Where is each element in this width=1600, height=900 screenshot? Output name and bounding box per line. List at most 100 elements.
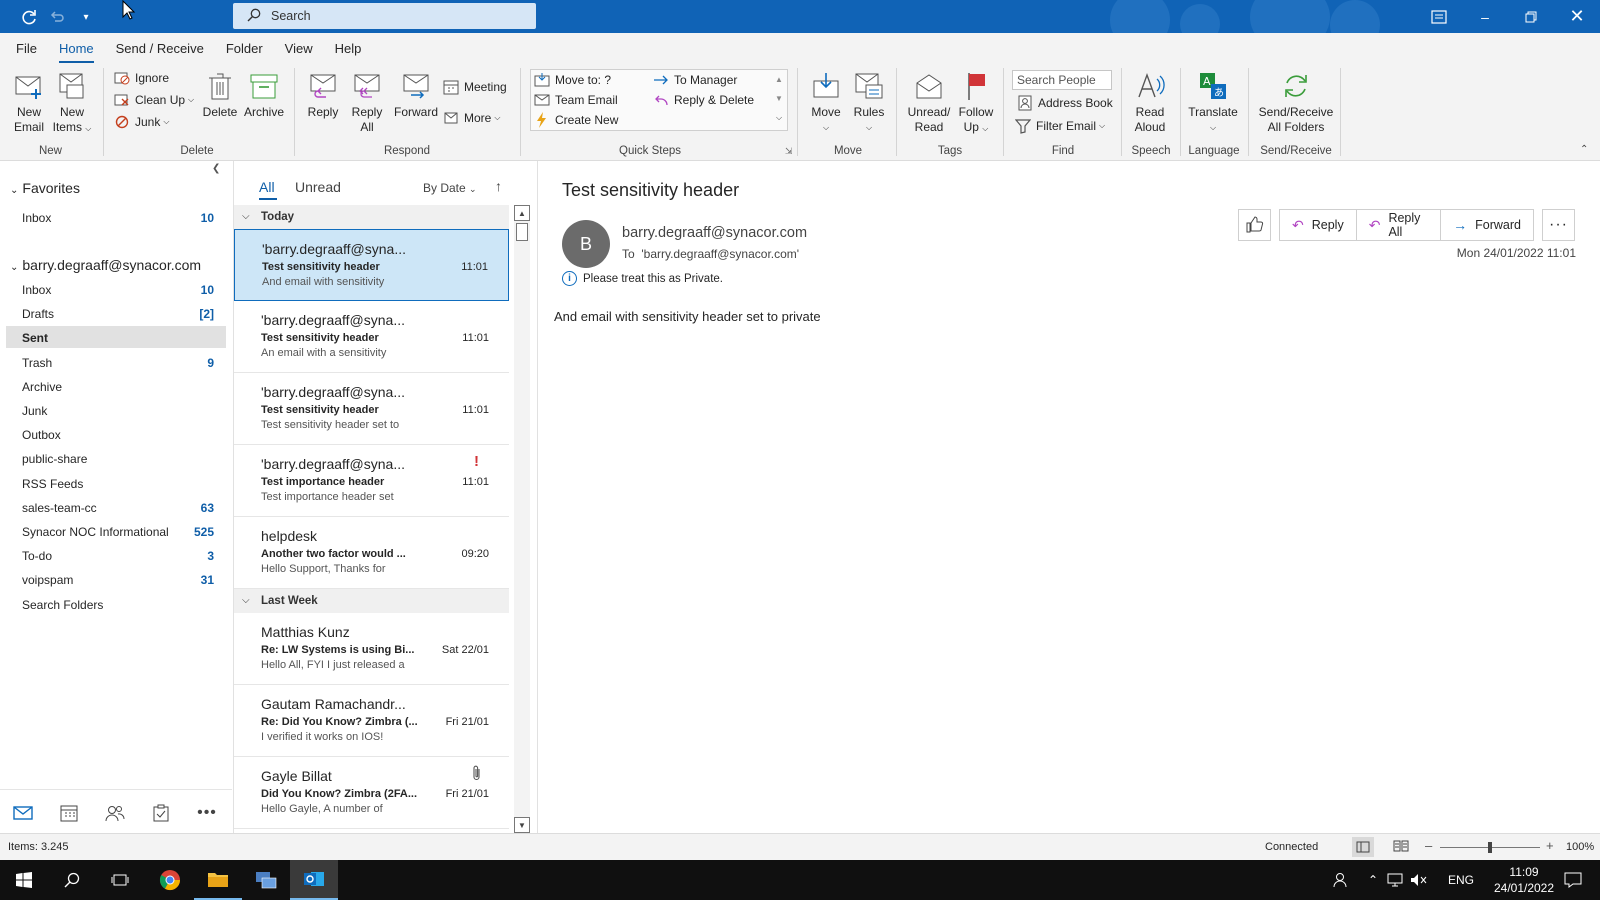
forward-button[interactable]: Forward bbox=[391, 70, 441, 120]
quick-step-reply-delete[interactable]: Reply & Delete bbox=[652, 90, 754, 110]
zoom-out-icon[interactable]: – bbox=[1425, 838, 1432, 853]
calendar-icon[interactable] bbox=[58, 802, 80, 824]
message-row[interactable]: Matthias Kunz Re: LW Systems is using Bi.… bbox=[234, 613, 509, 685]
folder-item[interactable]: RSS Feeds bbox=[22, 477, 83, 491]
new-email-button[interactable]: New Email bbox=[10, 70, 48, 135]
quick-steps-scroll[interactable]: ▲ ▼ ⌵ bbox=[772, 70, 786, 130]
avatar[interactable]: B bbox=[562, 220, 610, 268]
more-actions-button[interactable]: ··· bbox=[1542, 209, 1575, 241]
message-row[interactable]: 'barry.degraaff@syna... Test sensitivity … bbox=[234, 301, 509, 373]
volume-muted-icon[interactable] bbox=[1410, 860, 1428, 900]
sync-icon[interactable] bbox=[18, 6, 40, 28]
notification-icon[interactable] bbox=[1564, 860, 1582, 900]
network-icon[interactable] bbox=[1386, 860, 1404, 900]
group-header[interactable]: ⌵ Last Week bbox=[234, 589, 509, 613]
message-row[interactable]: 'barry.degraaff@syna... Test importance h… bbox=[234, 445, 509, 517]
clock[interactable]: 11:09 24/01/2022 bbox=[1492, 860, 1556, 900]
remote-desktop-icon[interactable] bbox=[242, 860, 290, 900]
group-header[interactable]: ⌵ Today bbox=[234, 205, 509, 229]
zoom-in-icon[interactable]: + bbox=[1546, 838, 1554, 853]
people-tray-icon[interactable] bbox=[1332, 860, 1350, 900]
read-aloud-button[interactable]: Read Aloud bbox=[1130, 70, 1170, 135]
reply-all-button[interactable]: Reply All bbox=[347, 70, 387, 135]
folder-item[interactable]: voipspam bbox=[22, 573, 73, 587]
search-people-input[interactable]: Search People bbox=[1012, 70, 1112, 90]
tab-send-receive[interactable]: Send / Receive bbox=[116, 37, 204, 60]
favorite-inbox[interactable]: Inbox bbox=[22, 211, 51, 225]
folder-item[interactable]: sales-team-cc bbox=[22, 501, 97, 515]
folder-item[interactable]: Trash bbox=[22, 356, 52, 370]
translate-button[interactable]: Aあ Translate ⌵ bbox=[1186, 70, 1240, 135]
message-row[interactable]: Gayle Billat Did You Know? Zimbra (2FA...… bbox=[234, 757, 509, 829]
rules-button[interactable]: Rules ⌵ bbox=[849, 70, 889, 135]
new-items-button[interactable]: New Items ⌵ bbox=[52, 70, 92, 136]
list-scrollbar[interactable]: ▲ ▼ bbox=[514, 205, 530, 833]
message-row[interactable]: 'barry.degraaff@syna... Test sensitivity … bbox=[234, 229, 509, 301]
reply-button[interactable]: Reply bbox=[303, 70, 343, 120]
mail-icon[interactable] bbox=[12, 802, 34, 824]
clean-up-button[interactable]: Clean Up ⌵ bbox=[113, 90, 194, 110]
delete-button[interactable]: Delete bbox=[202, 70, 238, 120]
message-row[interactable]: Gautam Ramachandr... Re: Did You Know? Zi… bbox=[234, 685, 509, 757]
search-icon[interactable] bbox=[48, 860, 96, 900]
customize-qat-icon[interactable]: ▾ bbox=[75, 6, 97, 28]
sender-address[interactable]: barry.degraaff@synacor.com bbox=[622, 225, 807, 241]
archive-button[interactable]: Archive bbox=[241, 70, 287, 120]
folder-item[interactable]: Synacor NOC Informational bbox=[22, 525, 169, 539]
reply-button-inline[interactable]: ↶ Reply bbox=[1280, 210, 1357, 240]
sort-by-button[interactable]: By Date ⌄ bbox=[423, 181, 477, 195]
scroll-thumb[interactable] bbox=[516, 223, 528, 241]
normal-view-icon[interactable] bbox=[1352, 837, 1374, 857]
file-explorer-icon[interactable] bbox=[194, 860, 242, 900]
folder-item[interactable]: Drafts bbox=[22, 307, 54, 321]
folder-item[interactable]: Archive bbox=[22, 380, 62, 394]
windows-start-icon[interactable] bbox=[0, 860, 48, 900]
collapse-pane-icon[interactable]: ❮ bbox=[212, 163, 220, 174]
quick-step-team-email[interactable]: Team Email bbox=[533, 90, 618, 110]
dialog-launcher-icon[interactable]: ⇲ bbox=[785, 146, 793, 157]
forward-button-inline[interactable]: → Forward bbox=[1441, 210, 1533, 240]
folder-item[interactable]: To-do bbox=[22, 549, 52, 563]
message-row[interactable]: helpdesk Another two factor would ... Hell… bbox=[234, 517, 509, 589]
move-button[interactable]: Move ⌵ bbox=[806, 70, 846, 135]
tab-view[interactable]: View bbox=[285, 37, 313, 60]
junk-button[interactable]: Junk ⌵ bbox=[113, 112, 169, 132]
address-book-button[interactable]: Address Book bbox=[1016, 93, 1113, 113]
reply-all-button-inline[interactable]: ↶ Reply All bbox=[1357, 210, 1442, 240]
tab-folder[interactable]: Folder bbox=[226, 37, 263, 60]
close-button[interactable]: ✕ bbox=[1554, 0, 1600, 33]
scroll-up-icon[interactable]: ▲ bbox=[514, 205, 530, 221]
chrome-icon[interactable] bbox=[146, 860, 194, 900]
message-row[interactable]: 'barry.degraaff@syna... Test sensitivity … bbox=[234, 373, 509, 445]
unread-read-button[interactable]: Unread/ Read bbox=[905, 70, 953, 135]
quick-step-create-new[interactable]: Create New bbox=[533, 110, 618, 130]
quick-step-move-to[interactable]: Move to: ? bbox=[533, 70, 611, 90]
tab-file[interactable]: File bbox=[16, 37, 37, 60]
language-indicator[interactable]: ENG bbox=[1448, 860, 1474, 900]
filter-unread-tab[interactable]: Unread bbox=[295, 179, 341, 195]
people-icon[interactable] bbox=[104, 802, 126, 824]
folder-item[interactable]: Outbox bbox=[22, 428, 61, 442]
folder-item[interactable]: Junk bbox=[22, 404, 47, 418]
tab-home[interactable]: Home bbox=[58, 37, 94, 63]
restore-button[interactable] bbox=[1508, 0, 1554, 33]
more-modules-icon[interactable]: ••• bbox=[196, 802, 218, 824]
folder-item[interactable]: public-share bbox=[22, 452, 87, 466]
folder-item[interactable]: Sent bbox=[22, 331, 48, 345]
zoom-thumb[interactable] bbox=[1488, 842, 1492, 853]
to-recipient[interactable]: 'barry.degraaff@synacor.com' bbox=[641, 247, 799, 261]
tasks-icon[interactable] bbox=[150, 802, 172, 824]
favorites-header[interactable]: ⌄ Favorites bbox=[10, 180, 80, 196]
folder-item[interactable]: Search Folders bbox=[22, 598, 103, 612]
scroll-down-icon[interactable]: ▼ bbox=[514, 817, 530, 833]
follow-up-button[interactable]: Follow Up ⌵ bbox=[955, 70, 997, 136]
account-header[interactable]: ⌄ barry.degraaff@synacor.com bbox=[10, 257, 201, 273]
task-view-icon[interactable] bbox=[96, 860, 144, 900]
zoom-slider[interactable] bbox=[1440, 842, 1540, 853]
collapse-ribbon-icon[interactable]: ⌃ bbox=[1580, 144, 1588, 155]
outlook-icon[interactable] bbox=[290, 860, 338, 900]
coming-soon-icon[interactable] bbox=[1416, 0, 1462, 33]
meeting-button[interactable]: Meeting bbox=[442, 77, 507, 97]
folder-item[interactable]: Inbox bbox=[22, 283, 51, 297]
search-input[interactable]: Search bbox=[233, 3, 536, 29]
